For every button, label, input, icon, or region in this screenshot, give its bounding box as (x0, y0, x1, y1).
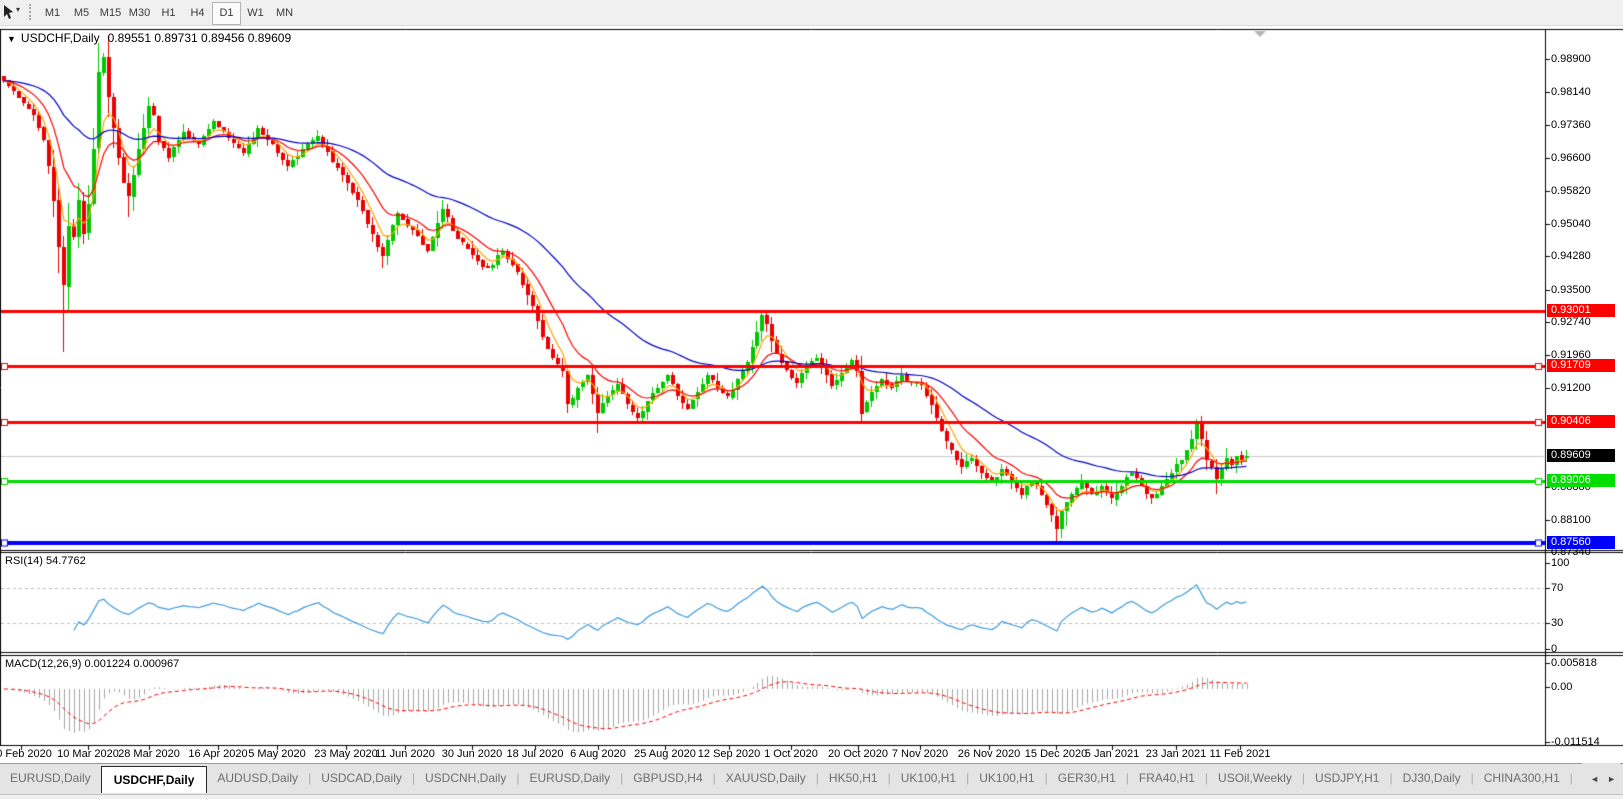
macd-indicator-label: MACD(12,26,9) 0.001224 0.000967 (5, 658, 179, 670)
toolbar-grip[interactable] (29, 4, 34, 20)
window-menu-caret[interactable]: ▼ (7, 34, 16, 44)
chart-tab-uk100-h1[interactable]: UK100,H1 (891, 764, 966, 793)
rsi-tick-label: 0 (1551, 643, 1557, 655)
date-tick-label: 23 May 2020 (314, 748, 378, 760)
chart-ohlc-values: 0.89551 0.89731 0.89456 0.89609 (108, 31, 292, 45)
chart-tab-eurusd-daily[interactable]: EURUSD,Daily (0, 764, 101, 793)
hline-price-tag[interactable]: 0.91709 (1547, 359, 1615, 372)
date-tick-label: 20 Feb 2020 (0, 748, 52, 760)
chart-tab-xauusd-daily[interactable]: XAUUSD,Daily (716, 764, 816, 793)
price-tick-label: 0.93500 (1551, 284, 1591, 296)
chart-tab-ger30-h1[interactable]: GER30,H1 (1048, 764, 1126, 793)
timeframe-button-mn[interactable]: MN (270, 2, 299, 25)
date-tick-label: 12 Sep 2020 (698, 748, 760, 760)
tab-scroll-arrows: ◄► (1582, 763, 1620, 793)
timeframe-button-d1[interactable]: D1 (212, 2, 241, 25)
current-price-tag: 0.89609 (1547, 449, 1615, 462)
chart-title: ▼ USDCHF,Daily 0.89551 0.89731 0.89456 0.8… (7, 31, 291, 45)
date-tick-label: 5 May 2020 (248, 748, 305, 760)
rsi-tick-label: 30 (1551, 617, 1563, 629)
chart-tab-uk100-h1[interactable]: UK100,H1 (969, 764, 1044, 793)
macd-tick-label: -0.011514 (1551, 736, 1600, 748)
macd-tick-label: 0.00 (1551, 681, 1572, 693)
rsi-tick-label: 100 (1551, 557, 1569, 569)
chart-symbol-label: USDCHF,Daily (21, 31, 100, 45)
date-tick-label: 30 Jun 2020 (442, 748, 503, 760)
date-tick-label: 11 Jun 2020 (375, 748, 435, 760)
hline-price-tag[interactable]: 0.90406 (1547, 415, 1615, 428)
date-tick-label: 20 Oct 2020 (828, 748, 888, 760)
date-tick-label: 18 Jul 2020 (507, 748, 564, 760)
chart-tab-bar: EURUSD,DailyUSDCHF,DailyAUDUSD,Daily|USD… (0, 763, 1623, 794)
price-tick-label: 0.97360 (1551, 119, 1591, 131)
chart-tab-eurusd-daily[interactable]: EURUSD,Daily (519, 764, 620, 793)
date-tick-label: 28 Mar 2020 (118, 748, 180, 760)
date-tick-label: 7 Nov 2020 (892, 748, 948, 760)
chart-tab-gbpusd-h4[interactable]: GBPUSD,H4 (623, 764, 712, 793)
date-tick-label: 6 Aug 2020 (570, 748, 626, 760)
date-tick-label: 11 Feb 2021 (1210, 748, 1271, 760)
date-tick-label: 5 Jan 2021 (1085, 748, 1139, 760)
mt4-window: ▾ M1M5M15M30H1H4D1W1MN ▼ USDCHF,Daily 0.89… (0, 0, 1623, 799)
chart-tab-hk50-h1[interactable]: HK50,H1 (819, 764, 888, 793)
timeframe-button-h4[interactable]: H4 (183, 2, 212, 25)
chart-tab-dj30-daily[interactable]: DJ30,Daily (1393, 764, 1471, 793)
chart-tab-usdcnh-daily[interactable]: USDCNH,Daily (415, 764, 516, 793)
timeframe-button-w1[interactable]: W1 (241, 2, 270, 25)
price-tick-label: 0.91200 (1551, 382, 1591, 394)
timeframe-button-m30[interactable]: M30 (125, 2, 154, 25)
price-tick-label: 0.98140 (1551, 86, 1591, 98)
hline-price-tag[interactable]: 0.93001 (1547, 304, 1615, 317)
price-tick-label: 0.95820 (1551, 185, 1591, 197)
date-tick-label: 15 Dec 2020 (1025, 748, 1087, 760)
toolbar: ▾ M1M5M15M30H1H4D1W1MN (0, 0, 1623, 26)
timeframe-button-h1[interactable]: H1 (154, 2, 183, 25)
price-tick-label: 0.94280 (1551, 250, 1591, 262)
price-tick-label: 0.95040 (1551, 218, 1591, 230)
timeframe-button-m5[interactable]: M5 (67, 2, 96, 25)
timeframe-button-m15[interactable]: M15 (96, 2, 125, 25)
hline-price-tag[interactable]: 0.87560 (1547, 536, 1615, 549)
rsi-tick-label: 70 (1551, 582, 1563, 594)
tab-scroll-right-icon[interactable]: ► (1603, 764, 1620, 794)
chart-tab-usdjpy-h1[interactable]: USDJPY,H1 (1305, 764, 1389, 793)
toolbar-dropdown-caret[interactable]: ▾ (16, 5, 20, 14)
chart-tab-usdchf-daily[interactable]: USDCHF,Daily (101, 766, 208, 793)
timeframe-button-m1[interactable]: M1 (38, 2, 67, 25)
chart-tab-fra40-h1[interactable]: FRA40,H1 (1129, 764, 1205, 793)
chart-tab-usdcad-daily[interactable]: USDCAD,Daily (311, 764, 412, 793)
price-tick-label: 0.88100 (1551, 514, 1591, 526)
date-tick-label: 25 Aug 2020 (634, 748, 696, 760)
date-tick-label: 26 Nov 2020 (958, 748, 1020, 760)
date-tick-label: 1 Oct 2020 (764, 748, 818, 760)
macd-tick-label: 0.005818 (1551, 657, 1597, 669)
tab-scroll-left-icon[interactable]: ◄ (1586, 764, 1603, 794)
chart-tab-audusd-daily[interactable]: AUDUSD,Daily (207, 764, 308, 793)
status-strip (0, 794, 1623, 799)
price-tick-label: 0.96600 (1551, 152, 1591, 164)
price-tick-label: 0.92740 (1551, 316, 1591, 328)
date-tick-label: 10 Mar 2020 (57, 748, 119, 760)
rsi-indicator-label: RSI(14) 54.7762 (5, 555, 86, 567)
timeframe-buttons: M1M5M15M30H1H4D1W1MN (38, 1, 299, 24)
price-tick-label: 0.98900 (1551, 53, 1591, 65)
chart-tab-usoil-weekly[interactable]: USOil,Weekly (1208, 764, 1302, 793)
chart-tab-china300-h1[interactable]: CHINA300,H1 (1474, 764, 1570, 793)
hline-price-tag[interactable]: 0.89006 (1547, 474, 1615, 487)
price-chart-canvas[interactable] (0, 0, 1623, 799)
date-tick-label: 23 Jan 2021 (1146, 748, 1207, 760)
date-tick-label: 16 Apr 2020 (188, 748, 247, 760)
